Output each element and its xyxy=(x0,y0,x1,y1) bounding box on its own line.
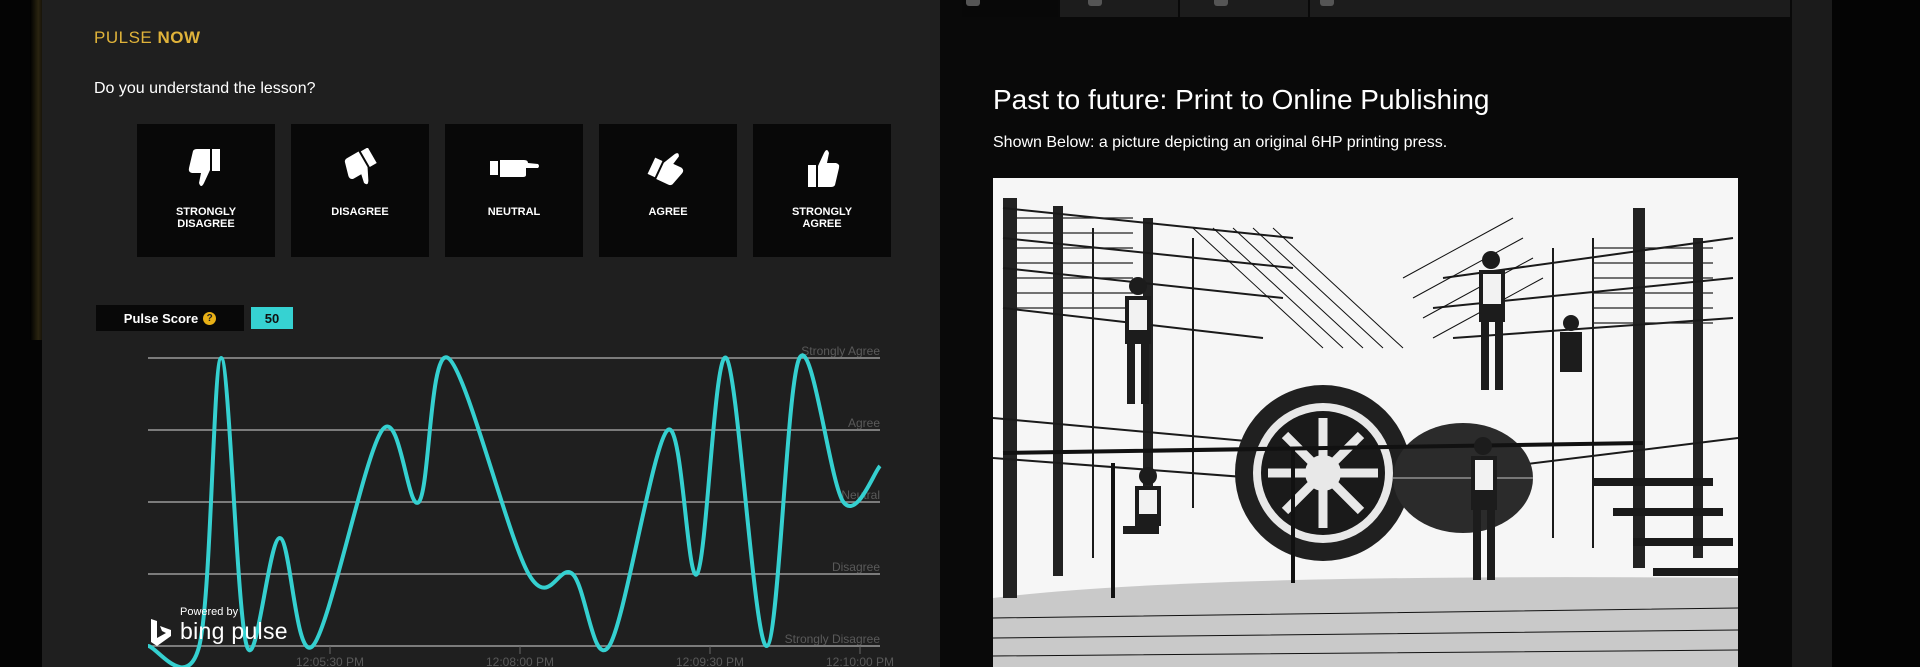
chart-level-label: Strongly Agree xyxy=(801,344,880,358)
strongly-disagree-button[interactable]: STRONGLY DISAGREE xyxy=(137,124,275,257)
vote-label: NEUTRAL xyxy=(487,206,541,218)
tab-bar xyxy=(962,0,1790,17)
tab-icon xyxy=(966,0,980,6)
hand-sideways-icon xyxy=(484,144,544,192)
tab-divider xyxy=(1058,0,1060,17)
pulse-title-emphasis: NOW xyxy=(157,28,201,47)
vote-label: DISAGREE xyxy=(331,206,389,218)
neutral-button[interactable]: NEUTRAL xyxy=(445,124,583,257)
vote-label: AGREE xyxy=(648,206,688,218)
brand-name: bing pulse xyxy=(180,618,288,644)
powered-by-text: Powered by xyxy=(180,606,239,618)
vote-label: STRONGLY DISAGREE xyxy=(175,206,237,230)
chart-x-tick-label: 12:08:00 PM xyxy=(486,655,554,667)
chart-level-label: Disagree xyxy=(832,560,880,574)
printing-press-image xyxy=(993,178,1738,667)
thumbs-up-tilted-icon xyxy=(638,144,698,192)
window-frame xyxy=(1792,0,1832,667)
pulse-title: PULSE NOW xyxy=(94,28,201,48)
tab-icon xyxy=(1088,0,1102,6)
pulse-score-label: Pulse Score ? xyxy=(96,305,244,331)
agree-button[interactable]: AGREE xyxy=(599,124,737,257)
chart-level-label: Strongly Disagree xyxy=(785,632,881,646)
thumbs-up-icon xyxy=(792,144,852,192)
tab-divider xyxy=(1308,0,1310,17)
strongly-agree-button[interactable]: STRONGLY AGREE xyxy=(753,124,891,257)
tab-icon xyxy=(1320,0,1334,6)
chart-x-tick-label: 12:09:30 PM xyxy=(676,655,744,667)
chart-x-tick-label: 12:10:00 PM xyxy=(826,655,894,667)
pulse-chart: Strongly AgreeAgreeNeutralDisagreeStrong… xyxy=(147,344,894,667)
content-subtitle: Shown Below: a picture depicting an orig… xyxy=(993,134,1448,151)
question-mark-icon[interactable]: ? xyxy=(203,311,217,325)
vote-label: STRONGLY AGREE xyxy=(791,206,853,230)
tab-divider xyxy=(1178,0,1180,17)
chart-level-label: Agree xyxy=(848,416,880,430)
thumbs-down-tilted-icon xyxy=(330,144,390,192)
tab-1[interactable] xyxy=(962,0,1058,17)
tab-4[interactable] xyxy=(1308,0,1438,17)
chart-x-tick-label: 12:05:30 PM xyxy=(296,655,364,667)
content-title: Past to future: Print to Online Publishi… xyxy=(993,84,1490,115)
thumbs-down-icon xyxy=(176,144,236,192)
tab-icon xyxy=(1214,0,1228,6)
tab-2[interactable] xyxy=(1058,0,1178,17)
pulse-score-value: 50 xyxy=(251,307,293,329)
bing-logo-icon xyxy=(151,619,171,646)
app-window: PULSE NOW Do you understand the lesson? … xyxy=(0,0,1920,667)
pulse-score-text: Pulse Score xyxy=(123,310,199,326)
pulse-title-prefix: PULSE xyxy=(94,28,153,47)
disagree-button[interactable]: DISAGREE xyxy=(291,124,429,257)
question-text: Do you understand the lesson? xyxy=(94,80,316,97)
tab-3[interactable] xyxy=(1178,0,1308,17)
